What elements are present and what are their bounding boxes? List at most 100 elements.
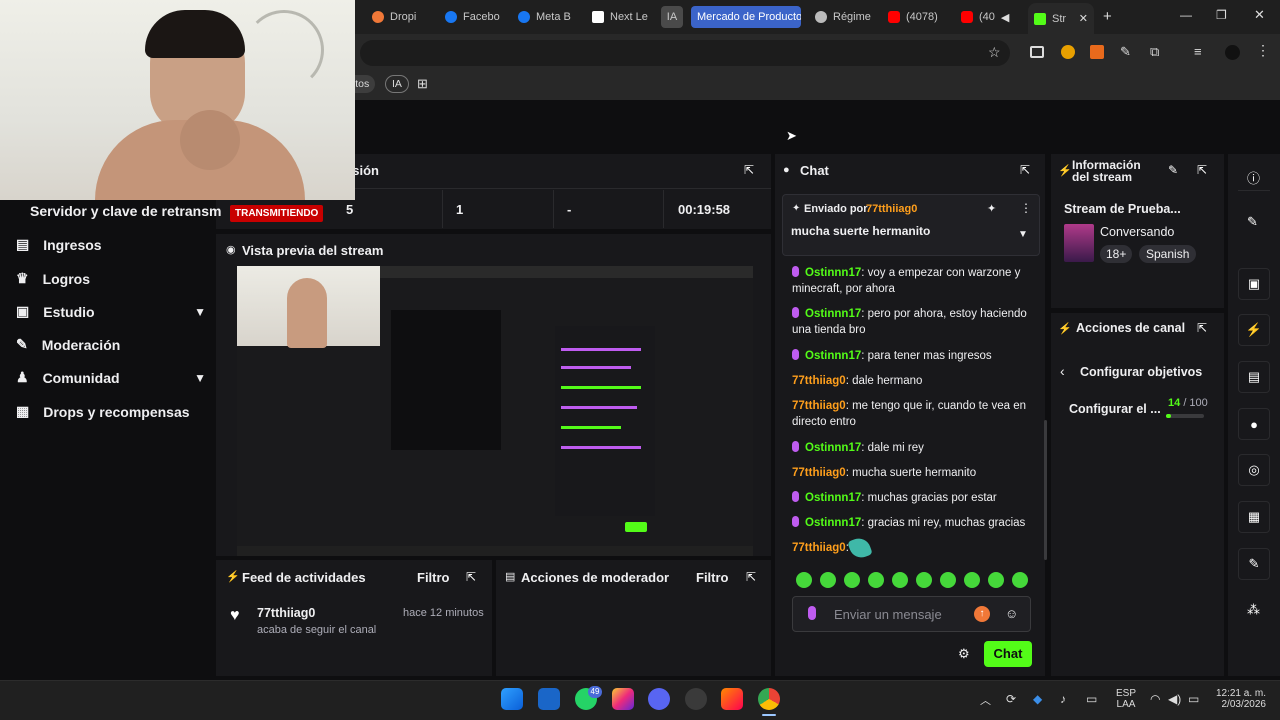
extensions-puzzle-icon[interactable]: ⧉ [1150,44,1159,60]
extension-1-icon[interactable] [1030,46,1044,58]
chrome-icon[interactable] [758,688,780,710]
popout-icon[interactable]: ⇱ [466,570,476,584]
sidebar-item-moderacion[interactable]: ✎ Moderación [16,336,206,353]
goal-label[interactable]: Configurar el ... [1069,402,1161,416]
edit-pencil-icon[interactable]: ✎ [1168,163,1178,177]
media-control-icon[interactable]: ≡ [1194,44,1202,59]
sidebar-item-comunidad[interactable]: ♟ Comunidad ▼ [16,369,206,386]
activity-filter-button[interactable]: Filtro [417,570,450,585]
moderator-log-icon[interactable]: ▦ [1238,501,1270,533]
sidebar-item-drops[interactable]: ▦ Drops y recompensas [16,403,206,420]
edit-pencil-icon[interactable]: ✎ [1247,214,1258,230]
emote-button[interactable] [796,572,812,588]
omnibox[interactable] [360,40,1010,66]
wifi-icon[interactable]: ◠ [1150,692,1160,706]
emote-button[interactable] [916,572,932,588]
tab-youtube-1[interactable]: (4078) [888,6,950,28]
obs-icon[interactable] [685,688,707,710]
popout-icon[interactable]: ⇱ [1197,321,1207,335]
close-tab-icon[interactable]: ✕ [1079,12,1088,25]
tab-facebook[interactable]: Facebo [445,6,503,28]
wrench-icon[interactable]: ✎ [1238,548,1270,580]
emote-button[interactable] [964,572,980,588]
configure-goals-back[interactable]: Configurar objetivos [1080,365,1202,379]
extension-ds-icon[interactable] [1090,45,1104,59]
stream-preview-video[interactable] [237,266,753,556]
tray-mic-icon[interactable]: ♪ [1060,692,1066,706]
store-icon[interactable] [538,688,560,710]
emoji-smile-icon[interactable]: ☺ [1005,606,1018,621]
profile-avatar[interactable] [1225,45,1240,60]
chat-username[interactable]: 77tthiiag0 [792,542,846,554]
upload-arrow-icon[interactable]: ↑ [974,606,990,622]
lightning-icon[interactable]: ⚡ [1238,314,1270,346]
sidebar-item-ingresos[interactable]: ▤ Ingresos [16,236,206,253]
emote-button[interactable] [1012,572,1028,588]
chat-username[interactable]: Ostinnn17 [805,267,861,279]
tray-chevron-up-icon[interactable]: ︿ [980,692,991,708]
chat-username[interactable]: 77tthiiag0 [792,467,846,479]
popout-icon[interactable]: ⇱ [746,570,756,584]
menu-kebab-icon[interactable]: ⋮ [1256,42,1270,59]
notes-icon[interactable]: ▤ [1238,361,1270,393]
mic-icon[interactable] [808,606,822,624]
emote-button[interactable] [892,572,908,588]
tab-dropi[interactable]: Dropi [372,6,438,28]
activity-user[interactable]: 77tthiiag0 [257,606,315,620]
stream-category[interactable]: Conversando [1100,225,1174,239]
emote-button[interactable] [940,572,956,588]
chat-username[interactable]: 77tthiiag0 [792,400,846,412]
unpin-icon[interactable]: ✦ [987,202,996,215]
chat-bubble-icon[interactable]: ● [1238,408,1270,440]
chat-settings-gear-icon[interactable]: ⚙ [958,646,970,662]
star-icon[interactable]: ☆ [988,44,1001,61]
sidebar-item-estudio[interactable]: ▣ Estudio ▼ [16,303,206,320]
share-nodes-icon[interactable]: ⁂ [1247,602,1260,618]
minimize-icon[interactable]: — [1180,8,1192,22]
apps-grid-icon[interactable]: ⊞ [417,76,428,92]
popout-icon[interactable]: ⇱ [744,163,754,177]
moderator-filter-button[interactable]: Filtro [696,570,729,585]
tab-group-mercado[interactable]: Mercado de Producto [691,6,801,28]
tab-meta[interactable]: Meta B [518,6,574,28]
chat-username[interactable]: Ostinnn17 [805,442,861,454]
new-tab-icon[interactable]: + [1103,8,1112,25]
popout-icon[interactable]: ⇱ [1020,163,1030,177]
chat-input-placeholder[interactable]: Enviar un mensaje [834,607,942,622]
info-icon[interactable]: ⓘ [1247,168,1260,187]
sidebar-item-server-key[interactable]: Servidor y clave de retransm [30,203,221,219]
chat-username[interactable]: Ostinnn17 [805,517,861,529]
chat-scrollbar[interactable] [1044,420,1047,560]
tab-group-ia[interactable]: IA [661,6,683,28]
tab-active-stream[interactable]: Str ✕ [1028,3,1094,34]
tray-sync-icon[interactable]: ⟳ [1006,692,1016,706]
tab-youtube-2[interactable]: (40 ◀ [961,6,1023,28]
tab-next[interactable]: Next Le [592,6,654,28]
eyedropper-icon[interactable]: ✎ [1120,44,1131,60]
pinned-menu-icon[interactable]: ⋮ [1020,201,1032,215]
emote-button[interactable] [868,572,884,588]
extension-2-icon[interactable] [1061,45,1075,59]
emote-button[interactable] [820,572,836,588]
maximize-icon[interactable]: ❐ [1216,8,1227,22]
sidebar-item-logros[interactable]: ♛ Logros [16,270,206,287]
tab-regimen[interactable]: Régime [815,6,875,28]
chat-username[interactable]: 77tthiiag0 [792,375,846,387]
emote-button[interactable] [844,572,860,588]
instagram-icon[interactable] [612,688,634,710]
tray-display-icon[interactable]: ▭ [1086,692,1097,706]
popout-icon[interactable]: ⇱ [1197,163,1207,177]
chat-username[interactable]: Ostinnn17 [805,308,861,320]
battery-icon[interactable]: ▭ [1188,692,1199,706]
chevron-down-icon[interactable]: ▼ [1018,229,1028,240]
discord-icon[interactable] [648,688,670,710]
close-window-icon[interactable]: ✕ [1254,7,1265,23]
broadcast-icon[interactable]: ◎ [1238,454,1270,486]
input-language[interactable]: ESP LAA [1116,688,1136,710]
chat-send-button[interactable]: Chat [984,641,1032,667]
chat-username[interactable]: Ostinnn17 [805,350,861,362]
back-arrow-icon[interactable]: ‹ [1060,363,1065,379]
volume-icon[interactable]: ◀) [1168,692,1181,706]
app-icon[interactable] [721,688,743,710]
tray-shield-icon[interactable]: ◆ [1033,692,1042,706]
